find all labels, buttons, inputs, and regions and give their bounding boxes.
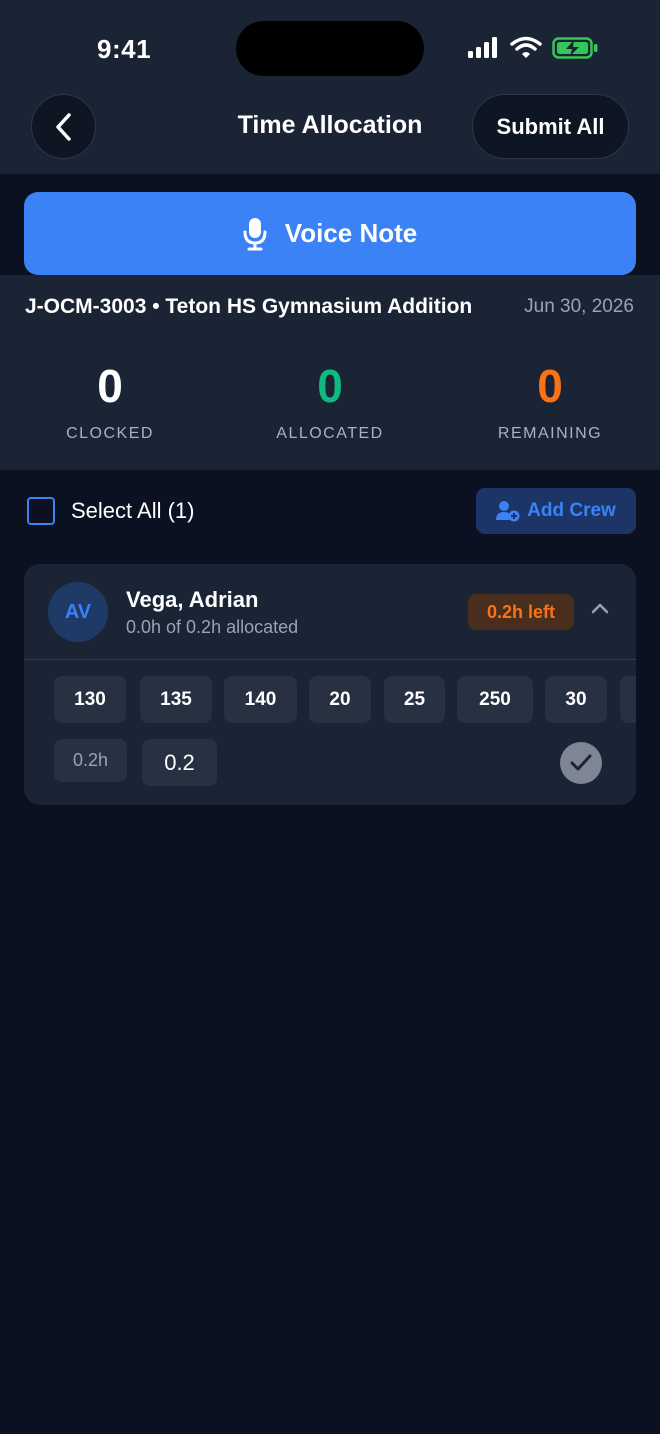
stat-remaining-label: REMAINING <box>497 425 603 442</box>
job-date: Jun 30, 2026 <box>524 296 634 317</box>
check-icon <box>570 754 592 771</box>
cost-code-chip[interactable]: 250 <box>457 676 533 723</box>
select-all-checkbox[interactable] <box>27 497 55 525</box>
chevron-up-icon[interactable] <box>590 601 610 615</box>
cost-code-chips: 130 135 140 20 25 250 30 <box>54 676 636 724</box>
microphone-icon <box>243 217 267 250</box>
crew-name: Vega, Adrian <box>126 587 259 612</box>
submit-all-button[interactable]: Submit All <box>472 94 629 159</box>
stat-clocked-value: 0 <box>97 360 123 412</box>
select-all[interactable]: Select All (1) <box>27 497 195 525</box>
stat-allocated-label: ALLOCATED <box>276 425 384 442</box>
voice-note-label: Voice Note <box>284 218 418 248</box>
cost-code-chip[interactable]: 30 <box>545 676 607 723</box>
hours-tag: 0.2h <box>54 739 127 782</box>
confirm-button[interactable] <box>560 742 602 784</box>
cost-code-chip[interactable]: 140 <box>224 676 297 723</box>
crew-card: AV Vega, Adrian 0.0h of 0.2h allocated 0… <box>24 564 636 805</box>
stat-allocated: 0 ALLOCATED <box>230 363 430 443</box>
status-time: 9:41 <box>97 34 152 64</box>
avatar: AV <box>48 582 108 642</box>
stat-remaining: 0 REMAINING <box>450 363 650 443</box>
cost-code-chip[interactable]: 25 <box>384 676 445 723</box>
back-button[interactable] <box>31 94 96 159</box>
cost-code-chip[interactable]: 130 <box>54 676 126 723</box>
job-title: J-OCM-3003 • Teton HS Gymnasium Addition <box>25 295 473 318</box>
hours-left-badge: 0.2h left <box>468 594 574 630</box>
cost-code-chip[interactable]: 20 <box>309 676 371 723</box>
select-all-label: Select All (1) <box>71 498 195 523</box>
chevron-left-icon <box>55 112 71 141</box>
signal-icon <box>468 37 497 58</box>
add-crew-label: Add Crew <box>527 500 616 521</box>
header-bar: 9:41 Time Allocation Submit All <box>0 0 660 174</box>
stat-remaining-value: 0 <box>537 360 563 412</box>
job-summary: J-OCM-3003 • Teton HS Gymnasium Addition… <box>0 275 660 470</box>
cost-code-chip[interactable] <box>620 676 636 723</box>
cost-code-chip[interactable]: 135 <box>140 676 212 723</box>
crew-card-header[interactable]: AV Vega, Adrian 0.0h of 0.2h allocated 0… <box>24 564 636 660</box>
stat-clocked-label: CLOCKED <box>66 425 154 442</box>
crew-allocated-text: 0.0h of 0.2h allocated <box>126 617 299 637</box>
voice-note-button[interactable]: Voice Note <box>24 192 636 275</box>
battery-charging-icon <box>552 37 598 59</box>
dynamic-island <box>236 21 424 76</box>
stat-allocated-value: 0 <box>317 360 343 412</box>
stat-clocked: 0 CLOCKED <box>10 363 210 443</box>
add-user-icon <box>496 501 520 522</box>
wifi-icon <box>510 36 542 58</box>
add-crew-button[interactable]: Add Crew <box>476 488 636 534</box>
hours-input[interactable]: 0.2 <box>142 739 217 786</box>
